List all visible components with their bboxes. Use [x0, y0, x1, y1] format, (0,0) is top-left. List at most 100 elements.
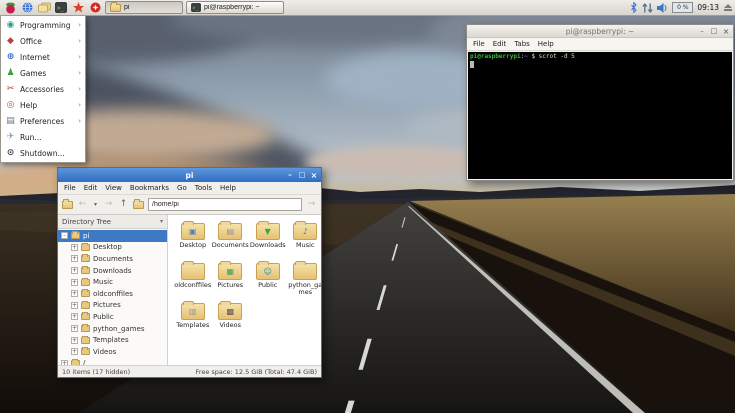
expand-icon[interactable]	[71, 278, 78, 286]
menu-go[interactable]: Go	[177, 184, 187, 192]
close-button[interactable]	[309, 170, 319, 180]
menu-file[interactable]: File	[473, 40, 485, 48]
file-templates[interactable]: Templates	[174, 299, 212, 339]
programming-icon	[5, 20, 16, 31]
tree-label: Downloads	[93, 266, 132, 275]
fm-statusbar: 10 items (17 hidden) Free space: 12.5 Gi…	[58, 365, 321, 377]
file-documents[interactable]: Documents	[212, 219, 250, 259]
expand-icon[interactable]	[71, 336, 78, 344]
forward-icon[interactable]: →	[103, 200, 114, 209]
tree-item-oldconffiles[interactable]: oldconffiles	[58, 288, 167, 300]
history-dropdown-icon[interactable]: ▾	[92, 200, 99, 209]
menu-view[interactable]: View	[105, 184, 122, 192]
menu-edit[interactable]: Edit	[493, 40, 507, 48]
menu-tabs[interactable]: Tabs	[514, 40, 530, 48]
collapse-icon[interactable]	[61, 232, 68, 240]
submenu-arrow-icon	[78, 101, 81, 109]
menu-item-accessories[interactable]: Accessories	[1, 81, 85, 97]
menu-item-internet[interactable]: Internet	[1, 49, 85, 65]
file-videos[interactable]: Videos	[212, 299, 250, 339]
menu-bookmarks[interactable]: Bookmarks	[130, 184, 169, 192]
tree-item-pi[interactable]: pi	[58, 230, 167, 242]
expand-icon[interactable]	[71, 290, 78, 298]
terminal-launcher[interactable]: >_	[54, 1, 68, 15]
menu-item-run[interactable]: Run...	[1, 129, 85, 145]
fm-titlebar[interactable]: pi	[58, 168, 321, 182]
menu-help[interactable]: Help	[220, 184, 236, 192]
expand-icon[interactable]	[71, 348, 78, 356]
cpu-monitor[interactable]: 0 %	[672, 2, 694, 13]
menu-item-preferences[interactable]: Preferences	[1, 113, 85, 129]
menu-edit[interactable]: Edit	[84, 184, 98, 192]
path-input[interactable]	[148, 198, 302, 211]
tree-item-downloads[interactable]: Downloads	[58, 265, 167, 277]
folder-icon	[293, 220, 318, 240]
network-arrows-icon[interactable]	[642, 0, 654, 17]
go-icon[interactable]: →	[306, 200, 317, 209]
directory-tree: pi Desktop Documents	[58, 229, 167, 365]
menu-help[interactable]: Help	[538, 40, 554, 48]
run-icon	[5, 132, 16, 143]
menu-item-programming[interactable]: Programming	[1, 17, 85, 33]
tree-item-desktop[interactable]: Desktop	[58, 242, 167, 254]
file-pictures[interactable]: Pictures	[212, 259, 250, 299]
folder-icon	[180, 260, 205, 280]
tree-item-pictures[interactable]: Pictures	[58, 300, 167, 312]
file-oldconffiles[interactable]: oldconffiles	[174, 259, 212, 299]
taskbar-window-label: pi	[124, 4, 130, 11]
menu-tools[interactable]: Tools	[195, 184, 212, 192]
tree-item-templates[interactable]: Templates	[58, 334, 167, 346]
tree-item-root[interactable]: /	[58, 358, 167, 365]
up-icon[interactable]: ↑	[118, 200, 129, 209]
file-downloads[interactable]: Downloads	[249, 219, 287, 259]
file-music[interactable]: Music	[287, 219, 322, 259]
new-tab-icon[interactable]	[62, 199, 73, 209]
bluetooth-icon[interactable]	[630, 0, 638, 17]
volume-icon[interactable]	[657, 0, 668, 17]
tree-label: Pictures	[93, 301, 121, 310]
folder-icon	[71, 231, 80, 240]
file-public[interactable]: Public	[249, 259, 287, 299]
close-button[interactable]	[721, 26, 731, 36]
menu-item-office[interactable]: Office	[1, 33, 85, 49]
file-python-games[interactable]: python_games	[287, 259, 321, 299]
tree-item-videos[interactable]: Videos	[58, 346, 167, 358]
menu-item-shutdown[interactable]: Shutdown...	[1, 145, 85, 161]
terminal-titlebar[interactable]: pi@raspberrypi: ~	[467, 25, 733, 38]
menu-item-help[interactable]: Help	[1, 97, 85, 113]
expand-icon[interactable]	[71, 325, 78, 333]
tree-item-music[interactable]: Music	[58, 276, 167, 288]
expand-icon[interactable]	[71, 255, 78, 263]
folder-icon	[71, 358, 80, 365]
tree-item-public[interactable]: Public	[58, 311, 167, 323]
web-browser-launcher[interactable]	[20, 1, 34, 15]
eject-icon[interactable]	[723, 4, 732, 11]
expand-icon[interactable]	[71, 267, 78, 275]
menu-button[interactable]	[3, 1, 17, 15]
taskbar-window-pi[interactable]: pi	[105, 1, 183, 14]
home-icon[interactable]	[133, 199, 144, 209]
file-manager-launcher[interactable]	[37, 1, 51, 15]
terminal-screen[interactable]: pi@raspberrypi:~ $ scrot -d 5	[468, 52, 732, 179]
expand-icon[interactable]	[71, 243, 78, 251]
folder-icon	[255, 220, 280, 240]
mathematica-launcher[interactable]	[71, 1, 85, 15]
clock[interactable]: 09:13	[697, 3, 719, 12]
tree-item-documents[interactable]: Documents	[58, 253, 167, 265]
wolfram-launcher[interactable]	[88, 1, 102, 15]
application-menu: Programming Office Internet Games Access…	[0, 16, 86, 163]
file-desktop[interactable]: Desktop	[174, 219, 212, 259]
minimize-button[interactable]	[285, 170, 295, 180]
back-icon[interactable]: ←	[77, 200, 88, 209]
tree-item-python-games[interactable]: python_games	[58, 323, 167, 335]
sidebar-mode-select[interactable]: Directory Tree ▾	[58, 215, 167, 229]
minimize-button[interactable]	[697, 26, 707, 36]
taskbar-window-terminal[interactable]: >_ pi@raspberrypi: ~	[186, 1, 284, 14]
folder-icon	[180, 300, 205, 320]
maximize-button[interactable]	[709, 26, 719, 36]
menu-file[interactable]: File	[64, 184, 76, 192]
maximize-button[interactable]	[297, 170, 307, 180]
expand-icon[interactable]	[71, 301, 78, 309]
expand-icon[interactable]	[71, 313, 78, 321]
menu-item-games[interactable]: Games	[1, 65, 85, 81]
